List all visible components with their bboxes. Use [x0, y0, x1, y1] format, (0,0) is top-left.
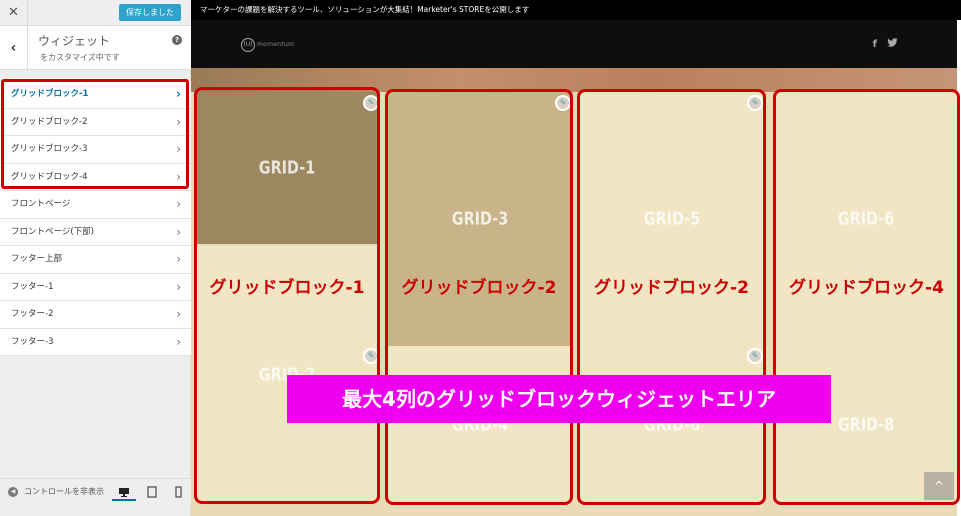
- panel-header: ‹ ウィジェット をカスタマイズ中です ?: [0, 26, 191, 70]
- grid-tile[interactable]: GRID-3: [387, 92, 573, 346]
- annotation-block-label: グリッドブロック-1: [209, 278, 365, 298]
- twitter-icon[interactable]: [887, 38, 898, 51]
- back-icon[interactable]: ‹: [0, 26, 28, 70]
- annotation-block-label: グリッドブロック-4: [789, 278, 944, 298]
- edit-pencil-icon[interactable]: ✎: [747, 95, 763, 111]
- grid-tile[interactable]: GRID-4: [387, 346, 573, 504]
- tile-label: GRID-3: [451, 208, 509, 230]
- desktop-icon[interactable]: [112, 483, 136, 501]
- facebook-icon[interactable]: f: [873, 39, 877, 50]
- chevron-right-icon: ›: [176, 224, 181, 239]
- sidebar-item-front-page[interactable]: フロントページ ›: [0, 191, 191, 219]
- chevron-right-icon: ›: [176, 87, 181, 101]
- sidebar-item-footer-3[interactable]: フッター-3 ›: [0, 328, 191, 356]
- chevron-right-icon: ›: [176, 197, 181, 211]
- grid-tile[interactable]: GRID-5: [580, 92, 764, 346]
- widget-area-list: グリッドブロック-1 › グリッドブロック-2 › グリッドブロック-3 › グリッド…: [0, 81, 191, 356]
- chevron-right-icon: ›: [176, 252, 181, 266]
- grid-widget-area: GRID-1 GRID-3 GRID-5 GRID-6 GRID-2 GRID-…: [191, 68, 960, 516]
- chevron-right-icon: ›: [176, 142, 181, 156]
- chevron-right-icon: ›: [176, 307, 181, 321]
- logo-mark: (U): [241, 38, 255, 52]
- sidebar-item-label: グリッドブロック-4: [11, 171, 88, 182]
- back-to-top-button[interactable]: ^: [924, 472, 954, 500]
- grid-tile[interactable]: GRID-6: [580, 346, 764, 504]
- sidebar-item-label: グリッドブロック-3: [11, 144, 88, 154]
- customizer-footer: ◀ コントロールを非表示: [0, 478, 191, 504]
- chevron-right-icon: ›: [176, 169, 181, 184]
- sidebar-item-footer-2[interactable]: フッター-2 ›: [0, 301, 191, 329]
- hero-image-strip: [191, 68, 957, 92]
- sidebar-item-label: フッター上部: [11, 254, 63, 264]
- sidebar-item-grid-block-3[interactable]: グリッドブロック-3 ›: [0, 136, 191, 164]
- annotation-banner: 最大4列のグリッドブロックウィジェットエリア: [287, 375, 831, 423]
- announcement-bar[interactable]: マーケターの課題を解決するツール、ソリューションが大集結！Marketer's …: [191, 0, 961, 20]
- tablet-icon[interactable]: [140, 483, 164, 501]
- panel-title: ウィジェット: [38, 34, 111, 48]
- chevron-right-icon: ›: [176, 279, 181, 294]
- logo-text: momentum: [257, 41, 295, 48]
- sidebar-item-grid-block-4[interactable]: グリッドブロック-4 ›: [0, 163, 191, 191]
- chevron-right-icon: ›: [176, 334, 181, 349]
- panel-subtitle: をカスタマイズ中です: [40, 53, 120, 62]
- sidebar-item-label: フッター-1: [11, 281, 54, 292]
- annotation-block-label: グリッドブロック-2: [594, 278, 749, 298]
- sidebar-item-label: フロントページ: [11, 199, 71, 209]
- sidebar-item-label: フッター-2: [11, 309, 54, 319]
- site-header: (U) momentum f: [191, 20, 957, 68]
- chevron-right-icon: ›: [176, 114, 181, 129]
- collapse-controls-link[interactable]: コントロールを非表示: [24, 486, 108, 497]
- grid-tile[interactable]: GRID-6: [775, 92, 957, 346]
- sidebar-item-grid-block-1[interactable]: グリッドブロック-1 ›: [0, 81, 191, 109]
- collapse-icon[interactable]: ◀: [8, 487, 18, 497]
- tile-label: GRID-1: [258, 157, 316, 179]
- customizer-topbar: ✕ 保存しました: [0, 0, 191, 26]
- sidebar-item-footer-1[interactable]: フッター-1 ›: [0, 273, 191, 301]
- sidebar-item-label: グリッドブロック-2: [11, 116, 88, 127]
- edit-pencil-icon[interactable]: ✎: [555, 95, 571, 111]
- sidebar-item-grid-block-2[interactable]: グリッドブロック-2 ›: [0, 108, 191, 136]
- mobile-icon[interactable]: [166, 483, 190, 501]
- site-preview: マーケターの課題を解決するツール、ソリューションが大集結！Marketer's …: [191, 0, 961, 516]
- close-icon[interactable]: ✕: [0, 0, 28, 26]
- tile-label: GRID-6: [837, 208, 895, 230]
- save-button[interactable]: 保存しました: [119, 4, 181, 21]
- tile-label: GRID-5: [643, 208, 701, 230]
- edit-pencil-icon[interactable]: ✎: [363, 348, 379, 364]
- grid-tile[interactable]: GRID-1: [197, 92, 377, 244]
- edit-pencil-icon[interactable]: ✎: [363, 95, 379, 111]
- sidebar-item-footer-top[interactable]: フッター上部 ›: [0, 246, 191, 274]
- sidebar-item-front-page-bottom[interactable]: フロントページ(下部) ›: [0, 218, 191, 246]
- customizer-sidebar: ✕ 保存しました ‹ ウィジェット をカスタマイズ中です ? グリッドブロック-…: [0, 0, 191, 516]
- sidebar-item-label: フッター-3: [11, 336, 54, 347]
- help-icon[interactable]: ?: [172, 35, 182, 45]
- annotation-block-label: グリッドブロック-2: [401, 278, 557, 298]
- site-logo[interactable]: (U) momentum: [241, 38, 301, 54]
- sidebar-item-label: グリッドブロック-1: [11, 89, 89, 99]
- sidebar-item-label: フロントページ(下部): [11, 226, 94, 237]
- edit-pencil-icon[interactable]: ✎: [747, 348, 763, 364]
